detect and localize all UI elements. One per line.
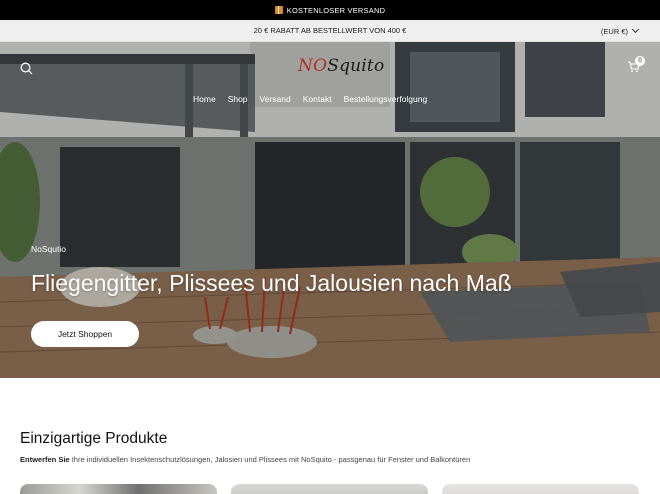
search-icon[interactable] bbox=[20, 62, 33, 80]
product-card[interactable] bbox=[231, 484, 428, 494]
main-navigation: Home Shop Versand Kontakt Bestellungsver… bbox=[193, 94, 427, 104]
products-heading: Einzigartige Produkte bbox=[20, 430, 168, 447]
promo-bar: 20 € RABATT AB BESTELLWERT VON 400 € (EU… bbox=[0, 20, 660, 42]
announcement-bar: KOSTENLOSER VERSAND bbox=[0, 0, 660, 20]
cart-count-badge: 0 bbox=[635, 56, 645, 66]
site-logo[interactable]: NOSquito bbox=[298, 56, 384, 76]
product-card[interactable] bbox=[20, 484, 217, 494]
hero-eyebrow: NoSqutio bbox=[31, 244, 66, 254]
nav-order-tracking[interactable]: Bestellungsverfolgung bbox=[344, 94, 428, 104]
products-section: Einzigartige Produkte Entwerfen Sie Ihre… bbox=[0, 378, 660, 494]
chevron-down-icon bbox=[631, 25, 640, 34]
currency-label: (EUR €) bbox=[600, 26, 628, 36]
nav-shop[interactable]: Shop bbox=[228, 94, 248, 104]
hero-title: Fliegengitter, Plissees und Jalousien na… bbox=[31, 270, 512, 296]
nav-kontakt[interactable]: Kontakt bbox=[303, 94, 332, 104]
promo-text: 20 € RABATT AB BESTELLWERT VON 400 € bbox=[253, 26, 407, 35]
nav-home[interactable]: Home bbox=[193, 94, 216, 104]
logo-part-squito: Squito bbox=[327, 56, 385, 76]
logo-part-no: NO bbox=[298, 56, 328, 76]
products-subtitle-bold: Entwerfen Sie bbox=[20, 455, 70, 464]
currency-selector[interactable]: (EUR €) bbox=[600, 20, 640, 42]
product-cards bbox=[20, 484, 639, 494]
cart-button[interactable]: 0 bbox=[627, 56, 645, 78]
products-subtitle: Entwerfen Sie Ihre individuellen Insekte… bbox=[20, 455, 640, 464]
shop-now-button[interactable]: Jetzt Shoppen bbox=[31, 321, 139, 347]
product-card[interactable] bbox=[442, 484, 639, 494]
nav-versand[interactable]: Versand bbox=[260, 94, 291, 104]
announcement-text: KOSTENLOSER VERSAND bbox=[286, 5, 386, 15]
products-subtitle-rest: Ihre individuellen Insektenschutzlösunge… bbox=[69, 455, 471, 464]
gift-icon bbox=[274, 6, 283, 14]
hero-banner: NOSquito 0 Home Shop Versand Kontakt Bes… bbox=[0, 42, 660, 378]
